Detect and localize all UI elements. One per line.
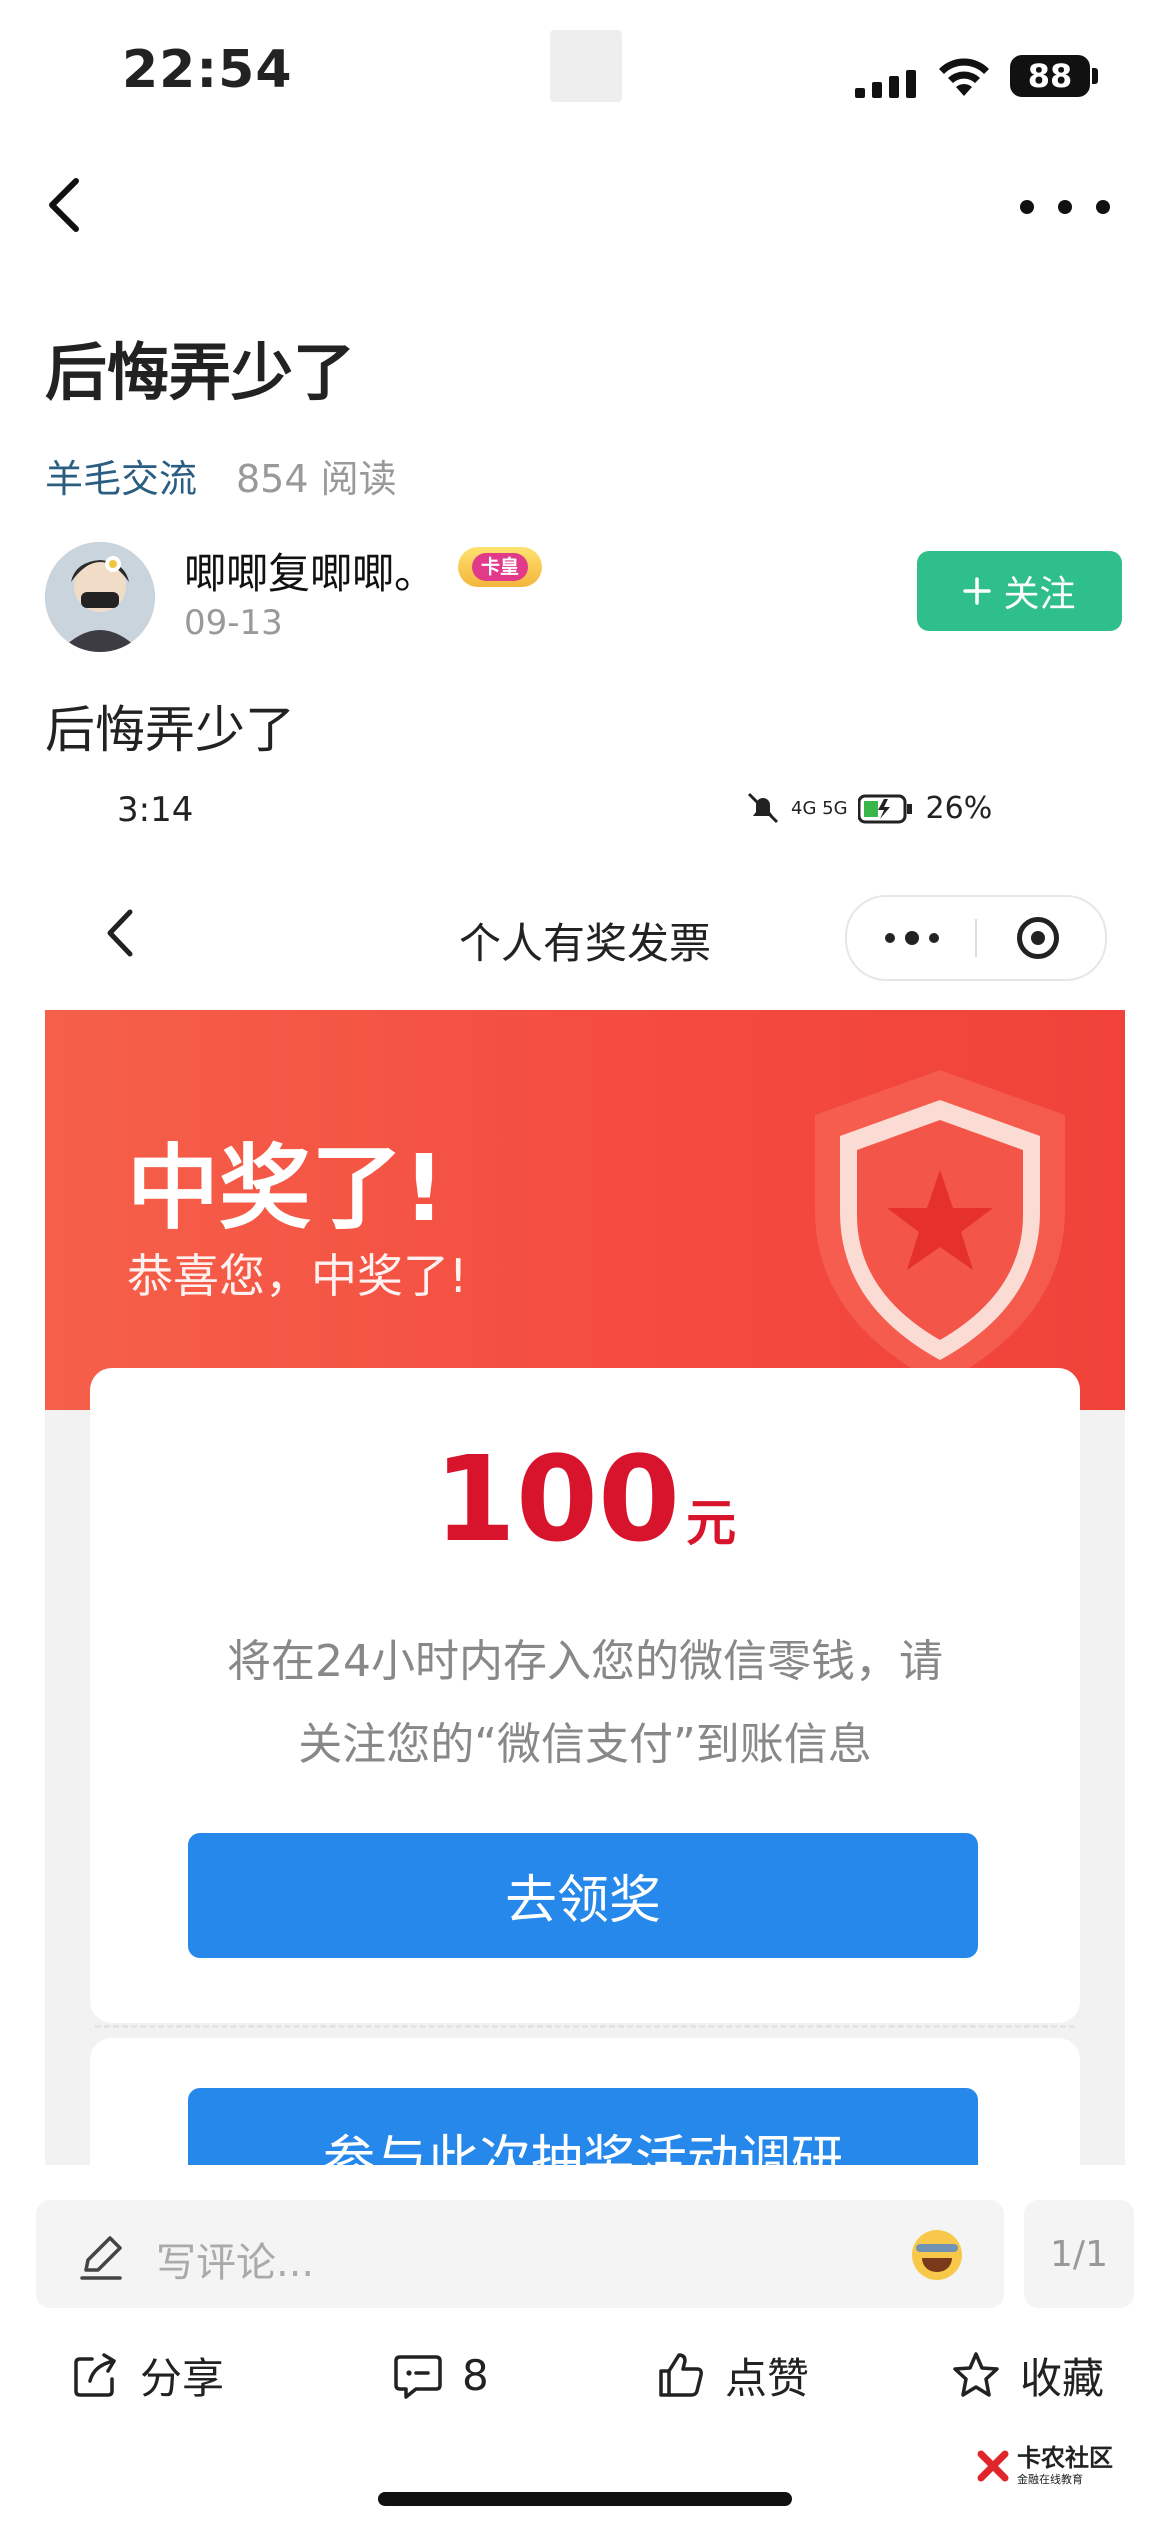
embedded-network: 4G 5G <box>791 797 848 819</box>
post-read-count: 854 阅读 <box>236 457 397 501</box>
wifi-icon <box>939 58 989 96</box>
mute-bell-icon <box>747 792 779 824</box>
like-button[interactable]: 点赞 <box>655 2345 809 2405</box>
post-date: 09-13 <box>184 603 283 643</box>
plus-icon <box>963 577 992 605</box>
cellular-signal-icon <box>855 68 917 98</box>
embedded-battery-level: 26% <box>925 790 993 826</box>
watermark-text-group: 卡农社区 金融在线教育 <box>1017 2445 1113 2487</box>
avatar[interactable] <box>45 542 155 652</box>
prize-amount: 100 元 <box>45 1430 1125 1568</box>
author-badge-label: 卡皇 <box>472 553 528 581</box>
emoji-icon[interactable] <box>912 2230 962 2280</box>
thumbs-up-icon <box>659 2353 703 2397</box>
prize-amount-value: 100 <box>433 1430 681 1568</box>
star-icon <box>953 2352 999 2397</box>
comment-icon <box>394 2355 442 2399</box>
share-button[interactable]: 分享 <box>70 2345 224 2405</box>
embedded-more-icon <box>885 931 939 945</box>
embedded-status-time: 3:14 <box>117 790 194 830</box>
post-title: 后悔弄少了 <box>45 336 356 409</box>
home-indicator <box>378 2492 792 2506</box>
favorite-button[interactable]: 收藏 <box>950 2345 1104 2405</box>
watermark-title: 卡农社区 <box>1017 2444 1113 2472</box>
claim-prize-button: 去领奖 <box>188 1833 978 1958</box>
avatar-illustration <box>45 542 155 652</box>
embedded-close-target-icon <box>1017 917 1059 959</box>
embedded-capsule-menu <box>845 895 1107 981</box>
status-time: 22:54 <box>122 40 293 100</box>
follow-button[interactable]: 关注 <box>917 551 1122 631</box>
win-title: 中奖了! <box>127 1135 445 1242</box>
card-divider <box>95 2025 1075 2028</box>
status-center-placeholder <box>550 30 622 102</box>
shield-star-icon <box>815 1070 1065 1385</box>
share-label: 分享 <box>140 2353 225 2403</box>
battery-cap <box>1092 68 1098 84</box>
favorite-label: 收藏 <box>1020 2353 1105 2403</box>
watermark-logo-icon <box>977 2450 1009 2482</box>
post-image[interactable]: 3:14 4G 5G 26% 个人有奖发票 中奖了! 恭喜您，中奖了! 100 元… <box>45 770 1125 2165</box>
watermark-subtitle: 金融在线教育 <box>1017 2473 1083 2486</box>
pencil-icon <box>80 2236 122 2280</box>
post-category-tag[interactable]: 羊毛交流 <box>45 448 197 503</box>
prize-description-line2: 关注您的“微信支付”到账信息 <box>298 1719 872 1770</box>
battery-icon: 88 <box>1010 55 1090 97</box>
watermark: 卡农社区 金融在线教育 <box>975 2445 1113 2487</box>
author-name[interactable]: 唧唧复唧唧。 <box>184 540 436 601</box>
back-icon[interactable] <box>40 175 90 235</box>
win-subtitle: 恭喜您，中奖了! <box>127 1249 468 1303</box>
survey-button: 参与此次抽奖活动调研 <box>188 2088 978 2165</box>
embedded-battery-icon <box>857 794 912 824</box>
comment-placeholder: 写评论... <box>156 2240 315 2286</box>
follow-label: 关注 <box>1003 574 1076 615</box>
more-options-icon[interactable] <box>1020 192 1110 222</box>
embedded-status-icons: 4G 5G 26% <box>745 790 992 826</box>
embedded-capsule-separator <box>975 919 977 957</box>
comments-button[interactable]: 8 <box>392 2345 489 2405</box>
post-body-text: 后悔弄少了 <box>45 701 295 759</box>
page-indicator[interactable]: 1/1 <box>1024 2200 1134 2308</box>
prize-amount-unit: 元 <box>686 1494 737 1552</box>
crown-badge-icon: 卡皇 <box>458 547 542 587</box>
comment-count: 8 <box>462 2350 489 2400</box>
share-icon <box>74 2353 116 2397</box>
like-label: 点赞 <box>725 2353 810 2403</box>
prize-description-line1: 将在24小时内存入您的微信零钱，请 <box>227 1636 943 1687</box>
